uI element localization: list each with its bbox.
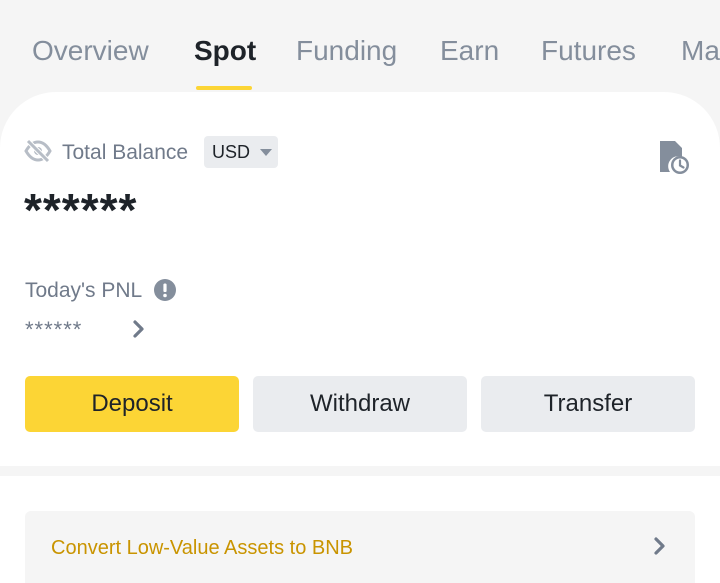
caret-down-icon — [260, 148, 273, 156]
tab-earn[interactable]: Earn — [440, 34, 499, 68]
currency-value: USD — [212, 141, 251, 162]
chevron-right-icon — [654, 537, 665, 555]
chevron-right-icon[interactable] — [131, 319, 147, 339]
tab-funding[interactable]: Funding — [296, 34, 397, 68]
currency-select[interactable]: USD — [204, 136, 278, 168]
tab-spot[interactable]: Spot — [194, 34, 256, 68]
total-balance-value: ****** — [24, 184, 138, 236]
active-tab-indicator — [196, 86, 252, 90]
withdraw-button[interactable]: Withdraw — [253, 376, 467, 432]
transfer-button[interactable]: Transfer — [481, 376, 695, 432]
history-icon[interactable] — [658, 139, 692, 175]
deposit-button[interactable]: Deposit — [25, 376, 239, 432]
info-icon[interactable] — [154, 279, 176, 301]
total-balance-label: Total Balance — [62, 141, 189, 164]
account-tabs: Overview Spot Funding Earn Futures Ma — [0, 0, 720, 92]
todays-pnl-value[interactable]: ****** — [25, 318, 82, 342]
convert-low-value-label: Convert Low-Value Assets to BNB — [51, 537, 353, 559]
tab-margin[interactable]: Ma — [681, 34, 720, 68]
todays-pnl-label: Today's PNL — [25, 279, 143, 302]
eye-hidden-icon[interactable] — [24, 139, 52, 163]
tab-futures[interactable]: Futures — [541, 34, 636, 68]
tab-overview[interactable]: Overview — [32, 34, 149, 68]
